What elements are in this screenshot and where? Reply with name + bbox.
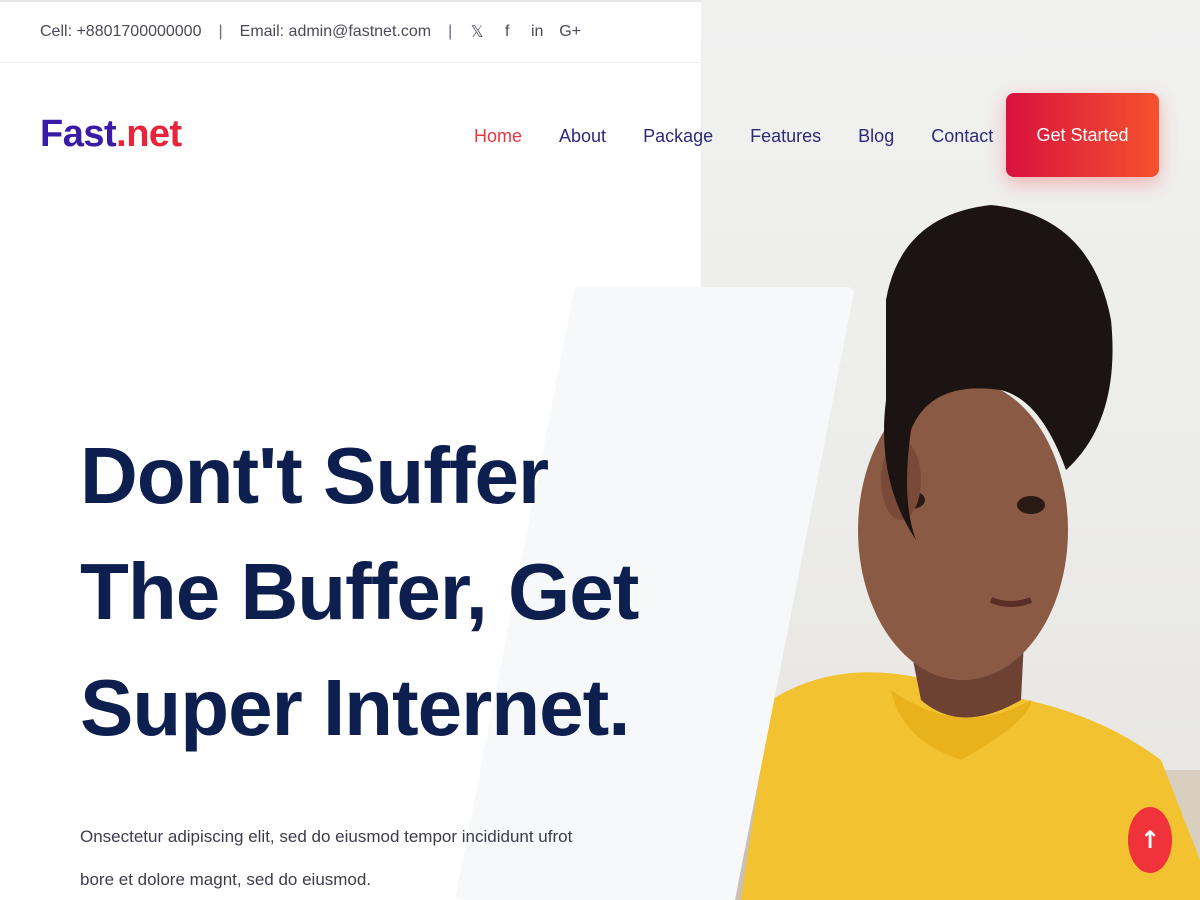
main-nav: Home About Package Features Blog Contact [474, 126, 1030, 147]
nav-about[interactable]: About [559, 126, 606, 147]
logo-part-net: .net [116, 113, 182, 155]
nav-home[interactable]: Home [474, 126, 522, 147]
phone-number: Cell: +8801700000000 [40, 23, 202, 40]
arrow-up-icon: ↑ [1139, 826, 1161, 854]
twitter-icon[interactable]: 𝕏 [469, 22, 485, 42]
nav-package[interactable]: Package [643, 126, 713, 147]
separator: | [448, 23, 453, 40]
facebook-icon[interactable]: f [499, 23, 515, 41]
linkedin-icon[interactable]: in [529, 23, 545, 41]
google-plus-icon[interactable]: G+ [559, 23, 581, 41]
nav-contact[interactable]: Contact [931, 126, 993, 147]
logo-part-fast: Fast [40, 113, 117, 155]
scroll-to-top-button[interactable]: ↑ [1128, 807, 1172, 873]
hero-subtext: Onsectetur adipiscing elit, sed do eiusm… [80, 827, 573, 889]
nav-blog[interactable]: Blog [858, 126, 894, 147]
brand-logo[interactable]: Fast.net [40, 113, 182, 156]
separator: | [218, 23, 223, 40]
top-info-bar: Cell: +8801700000000 | Email: admin@fast… [0, 0, 701, 63]
get-started-button[interactable]: Get Started [1006, 93, 1159, 177]
email-address: Email: admin@fastnet.com [239, 23, 432, 40]
nav-features[interactable]: Features [750, 126, 821, 147]
hero-headline: Dont't Suffer The Buffer, Get Super Inte… [80, 431, 639, 752]
social-links: 𝕏 f in G+ [469, 22, 581, 42]
